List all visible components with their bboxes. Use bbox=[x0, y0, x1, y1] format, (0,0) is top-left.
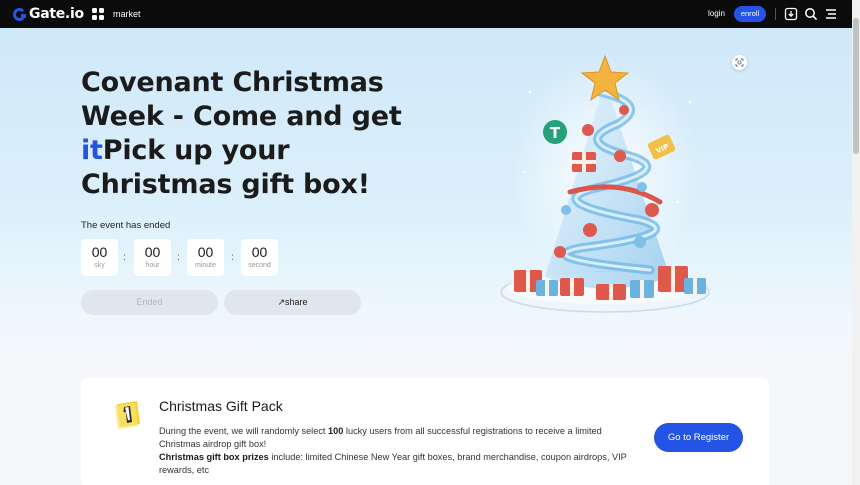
nav-divider bbox=[775, 8, 776, 20]
gate-logo[interactable]: Gate.io bbox=[13, 6, 84, 22]
countdown-days: 00 sky bbox=[81, 239, 118, 276]
scan-icon[interactable] bbox=[732, 55, 747, 70]
countdown-separator: : bbox=[231, 252, 234, 263]
ended-button[interactable]: Ended bbox=[81, 290, 218, 315]
enroll-button[interactable]: enroll bbox=[734, 6, 766, 22]
countdown-minutes: 00 minute bbox=[187, 239, 224, 276]
download-icon[interactable] bbox=[784, 7, 798, 21]
menu-icon[interactable] bbox=[824, 7, 838, 21]
page-scrollbar[interactable] bbox=[852, 0, 860, 485]
nav-market-link[interactable]: market bbox=[113, 9, 141, 19]
hero-title-accent: it bbox=[81, 135, 103, 166]
countdown-hours: 00 hour bbox=[134, 239, 171, 276]
gift-pack-card: Christmas Gift Pack During the event, we… bbox=[81, 378, 769, 485]
gift-pack-description: During the event, we will randomly selec… bbox=[159, 426, 627, 475]
apps-grid-icon[interactable] bbox=[92, 8, 104, 20]
logo-text: Gate.io bbox=[29, 6, 84, 22]
number-one-badge-icon bbox=[115, 401, 140, 429]
countdown-separator: : bbox=[123, 252, 126, 263]
countdown-seconds: 00 second bbox=[241, 239, 278, 276]
search-icon[interactable] bbox=[804, 7, 818, 21]
gift-pack-title: Christmas Gift Pack bbox=[159, 398, 283, 414]
event-status-text: The event has ended bbox=[81, 220, 171, 231]
scrollbar-thumb[interactable] bbox=[853, 18, 859, 154]
svg-text:T: T bbox=[550, 124, 561, 142]
gate-logo-icon bbox=[13, 7, 26, 21]
countdown-separator: : bbox=[177, 252, 180, 263]
go-to-register-button[interactable]: Go to Register bbox=[654, 423, 743, 452]
hero-title: Covenant Christmas Week - Come and get i… bbox=[81, 67, 402, 200]
login-link[interactable]: login bbox=[708, 9, 725, 18]
top-navigation-bar: Gate.io market login enroll bbox=[0, 0, 860, 28]
share-button[interactable]: ↗share bbox=[224, 290, 361, 315]
christmas-tree-illustration: T VIP bbox=[500, 52, 710, 313]
